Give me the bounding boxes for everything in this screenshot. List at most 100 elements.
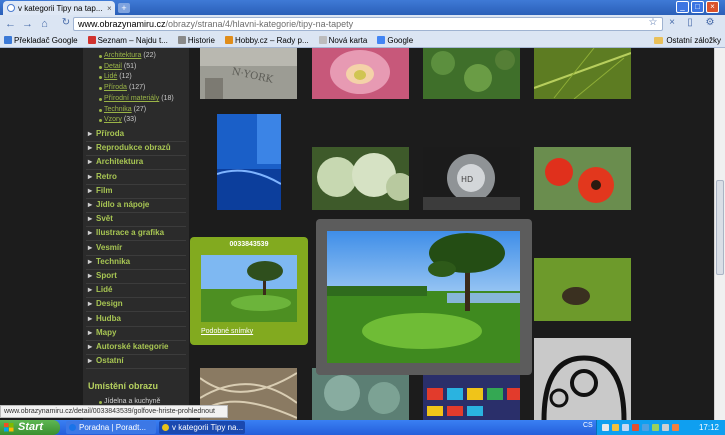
tray-speaker-icon[interactable]: [622, 424, 629, 431]
bookmark-label: Nová karta: [328, 35, 368, 45]
address-bar[interactable]: www.obrazynamiru.cz/obrazy/strana/4/hlav…: [73, 17, 663, 31]
category-link[interactable]: Ostatní: [88, 356, 124, 365]
other-bookmarks[interactable]: Ostatní záložky: [654, 36, 721, 45]
category-link[interactable]: Svět: [88, 214, 113, 223]
page-menu-icon[interactable]: ▯: [684, 17, 696, 29]
tray-messenger-icon[interactable]: [672, 424, 679, 431]
tray-shield-icon[interactable]: [612, 424, 619, 431]
photo-blue-pool[interactable]: [217, 114, 281, 210]
scrollbar-thumb[interactable]: [716, 180, 724, 275]
photo-flower[interactable]: [312, 48, 409, 99]
subcategory-count: (12): [119, 73, 132, 80]
image-zoom-preview: [316, 219, 532, 375]
divider: [86, 197, 186, 199]
category-link[interactable]: Autorské kategorie: [88, 342, 168, 351]
bookmark-item[interactable]: Seznam – Najdu t...: [87, 36, 168, 45]
browser-tab[interactable]: v kategorii Tipy na tap... ×: [3, 1, 115, 15]
location-link[interactable]: Jídelna a kuchyně: [104, 398, 160, 405]
category-link[interactable]: Reprodukce obrazů: [88, 143, 171, 152]
category-link[interactable]: Vesmír: [88, 243, 122, 252]
photo-succulent[interactable]: [312, 368, 409, 420]
taskbar-button-active[interactable]: v kategorii Tipy na...: [159, 421, 245, 434]
other-bookmarks-label: Ostatní záložky: [666, 36, 721, 45]
reload-icon[interactable]: ↻: [60, 17, 72, 29]
tray-antivirus-icon[interactable]: [632, 424, 639, 431]
category-link[interactable]: Technika: [88, 257, 130, 266]
start-button[interactable]: Start: [0, 420, 60, 435]
category-link[interactable]: Ilustrace a grafika: [88, 228, 164, 237]
wrench-icon[interactable]: ⚙: [704, 17, 716, 29]
taskbar-button-label: Poradna | Poradt...: [79, 423, 147, 432]
category-link[interactable]: Sport: [88, 271, 117, 280]
subcategory-link[interactable]: Vzory (33): [104, 116, 136, 123]
photo-architecture[interactable]: N·YORK: [200, 48, 297, 99]
photo-turtle[interactable]: [534, 258, 631, 321]
taskbar: Start Poradna | Poradt... v kategorii Ti…: [0, 420, 725, 435]
subcategory-link[interactable]: Detail (51): [104, 63, 136, 70]
browser-window: v kategorii Tipy na tap... × + _ □ × ← →…: [0, 0, 725, 420]
bookmark-star-icon[interactable]: ☆: [647, 17, 659, 29]
zoom-preview-image[interactable]: [327, 231, 520, 363]
divider: [86, 183, 186, 185]
category-link[interactable]: Příroda: [88, 129, 124, 138]
close-window-button[interactable]: ×: [706, 1, 719, 13]
category-link[interactable]: Jídlo a nápoje: [88, 200, 149, 209]
photo-colorful-cars[interactable]: [423, 374, 520, 420]
category-link[interactable]: Retro: [88, 172, 117, 181]
hover-card-thumbnail[interactable]: [201, 255, 297, 322]
photo-poppies[interactable]: [534, 147, 631, 210]
bookmark-item[interactable]: Hobby.cz – Rady p...: [224, 36, 309, 45]
tray-network-icon[interactable]: [602, 424, 609, 431]
title-bar: v kategorii Tipy na tap... × + _ □ ×: [0, 0, 725, 15]
bookmark-item[interactable]: Nová karta: [318, 35, 368, 45]
subcategory-count: (22): [143, 52, 156, 59]
subcategory-link[interactable]: Technika (27): [104, 106, 146, 113]
maximize-button[interactable]: □: [691, 1, 704, 13]
subcategory-link[interactable]: Přírodní materiály (18): [104, 95, 174, 102]
divider: [86, 169, 186, 171]
stop-icon[interactable]: ×: [666, 17, 678, 29]
subcategory-link[interactable]: Příroda (127): [104, 84, 145, 91]
bookmark-item[interactable]: Google: [377, 36, 413, 45]
tray-update-icon[interactable]: [642, 424, 649, 431]
subcategory-link[interactable]: Architektura (22): [104, 52, 156, 59]
minimize-button[interactable]: _: [676, 1, 689, 13]
category-link[interactable]: Architektura: [88, 157, 143, 166]
tray-usb-icon[interactable]: [662, 424, 669, 431]
bookmark-item[interactable]: Historie: [177, 36, 215, 45]
language-indicator[interactable]: CS: [583, 422, 593, 429]
divider: [86, 226, 186, 228]
bullet-icon: [99, 119, 102, 122]
subcategory-label: Vzory: [104, 116, 122, 123]
subcategory-count: (51): [123, 63, 137, 70]
windows-flag-icon: [4, 423, 14, 432]
photo-iron-gate[interactable]: [534, 338, 631, 420]
photo-cactus-texture[interactable]: [423, 48, 520, 99]
category-link[interactable]: Mapy: [88, 328, 116, 337]
taskbar-button-poradna[interactable]: Poradna | Poradt...: [66, 421, 156, 434]
photo-leaf[interactable]: [534, 48, 631, 99]
divider: [86, 311, 186, 313]
divider: [86, 325, 186, 327]
divider: [86, 141, 186, 142]
divider: [86, 155, 186, 157]
tray-app-icon[interactable]: [652, 424, 659, 431]
forward-icon[interactable]: →: [21, 18, 34, 31]
bookmark-item[interactable]: Překladač Google: [4, 36, 78, 45]
home-icon[interactable]: ⌂: [38, 18, 51, 31]
category-link[interactable]: Hudba: [88, 314, 121, 323]
tab-close-icon[interactable]: ×: [107, 4, 112, 13]
similar-images-link[interactable]: Podobné snímky: [201, 328, 253, 335]
bookmark-favicon-icon: [177, 36, 186, 44]
back-icon[interactable]: ←: [4, 18, 17, 31]
category-link[interactable]: Lidé: [88, 285, 112, 294]
new-tab-button[interactable]: +: [118, 3, 130, 13]
photo-allium[interactable]: [312, 147, 409, 210]
bookmark-favicon-icon: [224, 36, 233, 44]
image-hover-card[interactable]: 0033843539 Podobné snímky: [190, 237, 308, 345]
subcategory-link[interactable]: Lidé (12): [104, 73, 132, 80]
photo-motorcycle[interactable]: HD: [423, 147, 520, 210]
category-link[interactable]: Design: [88, 299, 123, 308]
category-link[interactable]: Film: [88, 186, 112, 195]
subcategory-count: (33): [123, 116, 137, 123]
